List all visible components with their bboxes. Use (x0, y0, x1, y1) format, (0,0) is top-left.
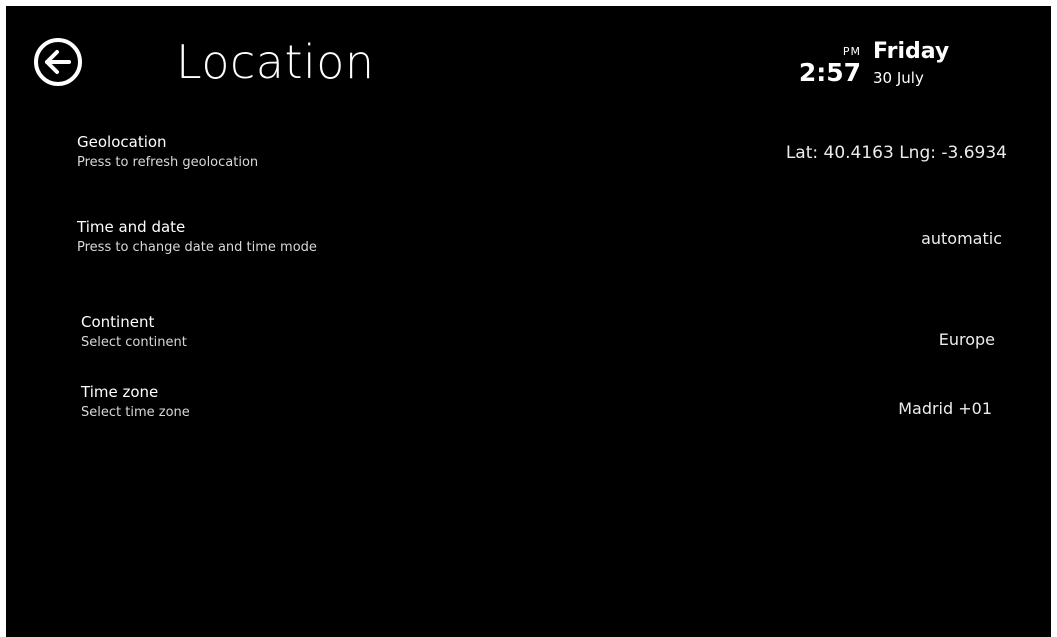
setting-row-time-zone[interactable]: Time zone Select time zone Madrid +01 (81, 382, 992, 434)
clock-date: 30 July (873, 69, 924, 87)
setting-subtitle: Press to change date and time mode (77, 240, 317, 255)
time-mode-value: automatic (921, 229, 1002, 248)
setting-title: Time and date (77, 218, 186, 236)
clock-time: 2:57 (798, 58, 861, 87)
setting-subtitle: Select continent (81, 335, 187, 350)
page-title: Location (176, 35, 375, 89)
continent-value: Europe (938, 330, 995, 349)
location-screen: Location PM 2:57 Friday 30 July Geolocat… (6, 6, 1051, 637)
clock-day: Friday (873, 39, 950, 64)
setting-title: Geolocation (77, 133, 167, 151)
back-button[interactable] (32, 36, 84, 88)
setting-row-continent[interactable]: Continent Select continent Europe (81, 312, 995, 364)
setting-row-time-and-date[interactable]: Time and date Press to change date and t… (77, 217, 1002, 269)
setting-subtitle: Press to refresh geolocation (77, 155, 259, 170)
setting-title: Continent (81, 313, 155, 331)
time-zone-value: Madrid +01 (898, 399, 992, 418)
setting-row-geolocation[interactable]: Geolocation Press to refresh geolocation… (77, 132, 1007, 184)
clock-ampm: PM (842, 45, 861, 58)
setting-subtitle: Select time zone (81, 405, 190, 420)
geolocation-value: Lat: 40.4163 Lng: -3.6934 (785, 143, 1007, 163)
setting-title: Time zone (81, 383, 159, 401)
clock-widget: PM 2:57 Friday 30 July (796, 39, 1041, 102)
arrow-left-circle-icon (34, 38, 82, 86)
